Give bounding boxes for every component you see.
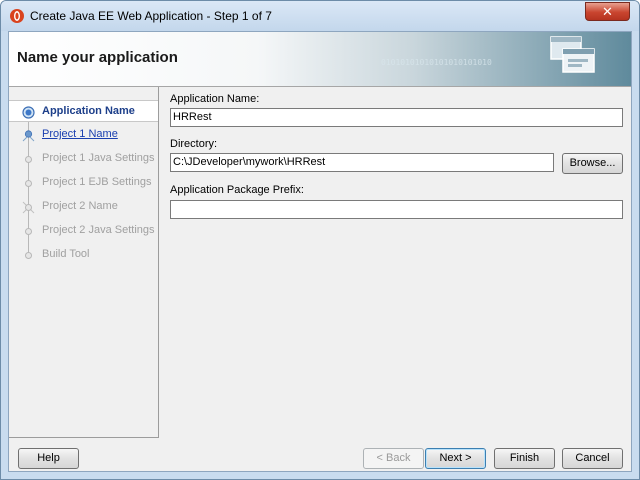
step-project-2-name[interactable]: Project 2 Name <box>9 196 158 218</box>
step-label: Project 1 Name <box>42 128 118 140</box>
step-dot-icon <box>25 180 32 187</box>
step-dot-icon <box>25 156 32 163</box>
step-label: Project 1 Java Settings <box>42 152 155 164</box>
step-build-tool[interactable]: Build Tool <box>9 244 158 266</box>
window-title: Create Java EE Web Application - Step 1 … <box>30 9 272 23</box>
wizard-windows-icon <box>550 36 595 73</box>
step-dot-icon <box>25 252 32 259</box>
step-project-2-java-settings[interactable]: Project 2 Java Settings <box>9 220 158 242</box>
jdeveloper-logo-icon <box>10 9 24 23</box>
page-title: Name your application <box>17 49 178 66</box>
browse-button[interactable]: Browse... <box>562 153 623 174</box>
back-button[interactable]: < Back <box>363 448 424 469</box>
step-label: Project 1 EJB Settings <box>42 176 152 188</box>
package-prefix-label: Application Package Prefix: <box>170 184 304 196</box>
step-label: Application Name <box>42 105 135 117</box>
banner-binary-decoration: 01010101010101010101010 <box>381 58 492 67</box>
next-button[interactable]: Next > <box>425 448 486 469</box>
step-label: Project 2 Name <box>42 200 118 212</box>
wizard-steps-nav: Application Name Project 1 Name Project … <box>9 87 159 438</box>
step-application-name[interactable]: Application Name <box>9 100 158 122</box>
step-project-1-java-settings[interactable]: Project 1 Java Settings <box>9 148 158 170</box>
application-name-field[interactable]: HRRest <box>170 108 623 127</box>
current-step-icon <box>22 106 35 119</box>
step-branch-icon <box>22 130 35 142</box>
step-project-1-name[interactable]: Project 1 Name <box>9 124 158 146</box>
step-branch-icon <box>22 201 35 214</box>
close-icon: ✕ <box>602 4 613 19</box>
step-dot-icon <box>25 228 32 235</box>
directory-field[interactable]: C:\JDeveloper\mywork\HRRest <box>170 153 554 172</box>
step-label: Project 2 Java Settings <box>42 224 155 236</box>
finish-button[interactable]: Finish <box>494 448 555 469</box>
step-label: Build Tool <box>42 248 90 260</box>
step-project-1-ejb-settings[interactable]: Project 1 EJB Settings <box>9 172 158 194</box>
directory-label: Directory: <box>170 138 218 150</box>
title-bar[interactable]: Create Java EE Web Application - Step 1 … <box>1 1 639 31</box>
application-name-label: Application Name: <box>170 93 260 105</box>
header-banner: Name your application 010101010101010101… <box>9 32 631 87</box>
wizard-body: Name your application 010101010101010101… <box>8 31 632 472</box>
help-button[interactable]: Help <box>18 448 79 469</box>
cancel-button[interactable]: Cancel <box>562 448 623 469</box>
wizard-window: Create Java EE Web Application - Step 1 … <box>0 0 640 480</box>
close-button[interactable]: ✕ <box>585 2 630 21</box>
package-prefix-field[interactable] <box>170 200 623 219</box>
